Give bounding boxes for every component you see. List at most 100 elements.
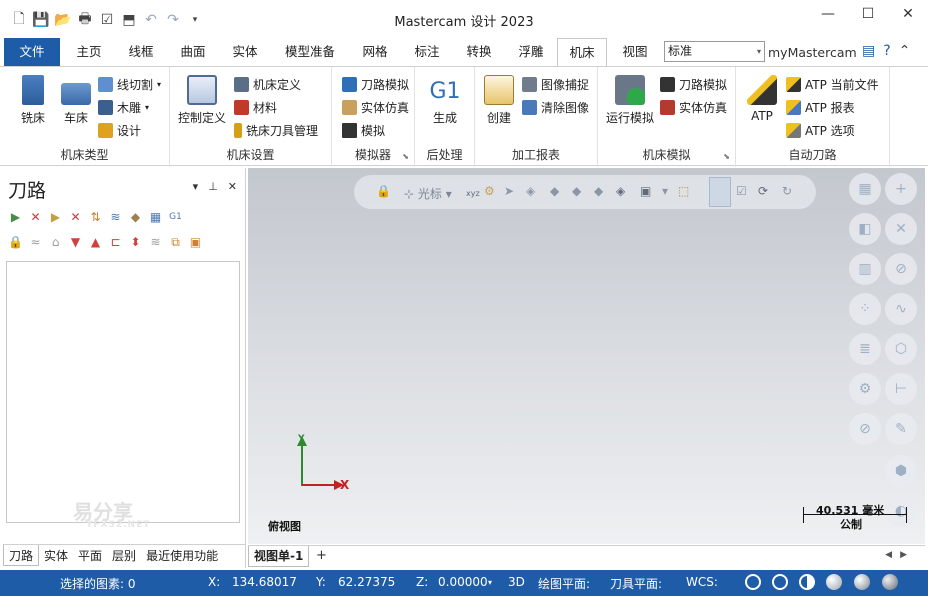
wireframe-color-icon[interactable]: ▦ <box>849 173 881 205</box>
shaded-edges-icon[interactable] <box>854 574 870 590</box>
y-coord-value[interactable]: 62.27375 <box>338 575 395 589</box>
tab-file[interactable]: 文件 <box>4 38 60 66</box>
mill-button[interactable]: 铣床 <box>12 75 54 126</box>
circle-slash-icon[interactable]: ⊘ <box>885 253 917 285</box>
show-geometry-icon[interactable]: ⧉ <box>168 235 183 250</box>
regenerate-icon[interactable]: ▶ <box>48 210 63 225</box>
half-shaded-icon[interactable] <box>799 574 815 590</box>
select-solid-icon[interactable]: ◈ <box>616 184 625 198</box>
machine-toolpath-sim-button[interactable]: 刀路模拟 <box>660 76 727 93</box>
panel-menu-icon[interactable]: ▾ <box>193 180 199 193</box>
tab-home[interactable]: 主页 <box>74 38 104 66</box>
xyz-entry-icon[interactable]: xyz <box>466 189 480 198</box>
select-pointer-icon[interactable]: ➤ <box>504 184 514 198</box>
add-icon[interactable]: + <box>885 173 917 205</box>
clear-images-button[interactable]: 清除图像 <box>522 99 589 116</box>
select-window-icon[interactable]: ◆ <box>550 184 559 198</box>
tab-mesh[interactable]: 网格 <box>360 38 390 66</box>
color-swatch-icon[interactable]: ◧ <box>849 213 881 245</box>
points-icon[interactable]: ⁘ <box>849 293 881 325</box>
router-button[interactable]: 木雕 ▾ <box>98 99 149 116</box>
maximize-button[interactable]: ☐ <box>848 0 888 30</box>
my-mastercam-link[interactable]: myMastercam <box>768 45 857 60</box>
chevron-left-icon[interactable]: ◀ <box>885 550 900 560</box>
regenerate-dirty-icon[interactable]: ✕ <box>68 210 83 225</box>
graphics-viewport[interactable]: 🔒 ⊹ 光标 ▾ xyz ⚙ ➤ ◈ ◆ ◆ ◆ ◈ ▣ ▾ ⬚ ☑ ⟳ ↻ ▦… <box>248 168 925 544</box>
collapse-ribbon-icon[interactable]: ⌃ <box>899 43 911 59</box>
curve-icon[interactable]: ∿ <box>885 293 917 325</box>
g1-small-icon[interactable]: G1 <box>168 210 183 225</box>
cplane-selector[interactable]: 绘图平面: <box>538 575 590 592</box>
tplane-selector[interactable]: 刀具平面: <box>610 575 662 592</box>
select-chain-icon[interactable]: ◈ <box>526 184 535 198</box>
atp-current-file-button[interactable]: ATP 当前文件 <box>786 76 879 93</box>
tab-view[interactable]: 视图 <box>618 38 652 66</box>
dialog-launcher-icon[interactable]: ⬊ <box>402 152 409 161</box>
x-coord-value[interactable]: 134.68017 <box>232 575 297 589</box>
control-definition-button[interactable]: 控制定义 <box>176 75 228 126</box>
add-view-sheet-button[interactable]: + <box>316 548 327 563</box>
insert-arrow-icon[interactable]: ⊏ <box>108 235 123 250</box>
shaded-sphere-icon[interactable] <box>826 574 842 590</box>
globe-icon[interactable] <box>745 574 761 590</box>
cube-icon[interactable]: ⬢ <box>885 455 917 487</box>
toggle-posting-icon[interactable]: ⌂ <box>48 235 63 250</box>
solid-sim-button[interactable]: 实体仿真 <box>342 99 409 116</box>
snap-icon[interactable]: ✕ <box>885 213 917 245</box>
backplot-icon[interactable]: ≋ <box>108 210 123 225</box>
panel-tab-recent[interactable]: 最近使用功能 <box>141 545 223 566</box>
help-icon[interactable]: ? <box>883 43 890 59</box>
standard-config-select[interactable]: 标准 ▾ <box>664 41 765 62</box>
insert-before-after-icon[interactable]: ⬍ <box>128 235 143 250</box>
toolpath-tree[interactable] <box>6 261 240 523</box>
z-dropdown-icon[interactable]: ▾ <box>488 578 492 587</box>
tool-manager-button[interactable]: 铣床刀具管理 <box>234 122 318 139</box>
view-sheet-tab[interactable]: 视图单-1 <box>248 546 310 567</box>
generate-button[interactable]: G1 生成 <box>423 75 467 126</box>
verify-selection-icon[interactable]: ☑ <box>736 184 747 198</box>
tab-drafting[interactable]: 标注 <box>412 38 442 66</box>
autocursor-dropdown[interactable]: ⊹ 光标 ▾ <box>404 185 452 202</box>
move-down-icon[interactable]: ▼ <box>68 235 83 250</box>
dimension-icon[interactable]: ⊢ <box>885 373 917 405</box>
tab-solids[interactable]: 实体 <box>230 38 260 66</box>
rotate-selection-icon[interactable]: ⟳ <box>758 184 768 198</box>
measure-icon[interactable]: ✎ <box>885 413 917 445</box>
tab-transform[interactable]: 转换 <box>464 38 494 66</box>
panel-tab-planes[interactable]: 平面 <box>73 545 107 566</box>
panel-tab-toolpaths[interactable]: 刀路 <box>3 545 40 566</box>
tab-model-prep[interactable]: 模型准备 <box>283 38 337 66</box>
z-coord-value[interactable]: 0.00000 <box>438 575 488 589</box>
panel-tab-solids[interactable]: 实体 <box>39 545 73 566</box>
panel-tab-levels[interactable]: 层别 <box>107 545 141 566</box>
cube-wire-icon[interactable]: ⬡ <box>885 333 917 365</box>
run-simulation-button[interactable]: 运行模拟 <box>604 75 656 126</box>
move-up-icon[interactable]: ▲ <box>88 235 103 250</box>
globe-wire-icon[interactable] <box>772 574 788 590</box>
close-button[interactable]: ✕ <box>888 0 928 30</box>
tab-wireframe[interactable]: 线框 <box>126 38 156 66</box>
panel-close-icon[interactable]: ✕ <box>228 180 237 193</box>
atp-report-button[interactable]: ATP 报表 <box>786 99 855 116</box>
tab-relief[interactable]: 浮雕 <box>516 38 546 66</box>
minimize-button[interactable]: — <box>808 0 848 30</box>
dialog-launcher-icon[interactable]: ⬊ <box>723 152 730 161</box>
wcs-selector[interactable]: WCS: <box>686 575 718 589</box>
capture-image-button[interactable]: 图像捕捉 <box>522 76 589 93</box>
settings-gear-icon[interactable]: ⚙ <box>849 373 881 405</box>
select-polygon-icon[interactable]: ◆ <box>572 184 581 198</box>
pin-icon[interactable]: ⊥ <box>208 180 218 193</box>
filter-dropdown-icon[interactable]: ▾ <box>662 184 668 198</box>
toggle-display-icon[interactable]: ≈ <box>28 235 43 250</box>
machine-solid-sim-button[interactable]: 实体仿真 <box>660 99 727 116</box>
design-button[interactable]: 设计 <box>98 122 141 139</box>
expand-icon[interactable]: ▣ <box>188 235 203 250</box>
chevron-right-icon[interactable]: ▶ <box>900 550 915 560</box>
tab-surfaces[interactable]: 曲面 <box>178 38 208 66</box>
mode-3d-toggle[interactable]: 3D <box>508 575 525 589</box>
verify-icon[interactable]: ◆ <box>128 210 143 225</box>
post-selected-icon[interactable]: ▦ <box>148 210 163 225</box>
select-all-icon[interactable]: ▶ <box>8 210 23 225</box>
atp-options-button[interactable]: ATP 选项 <box>786 122 855 139</box>
wire-button[interactable]: 线切割 ▾ <box>98 76 161 93</box>
